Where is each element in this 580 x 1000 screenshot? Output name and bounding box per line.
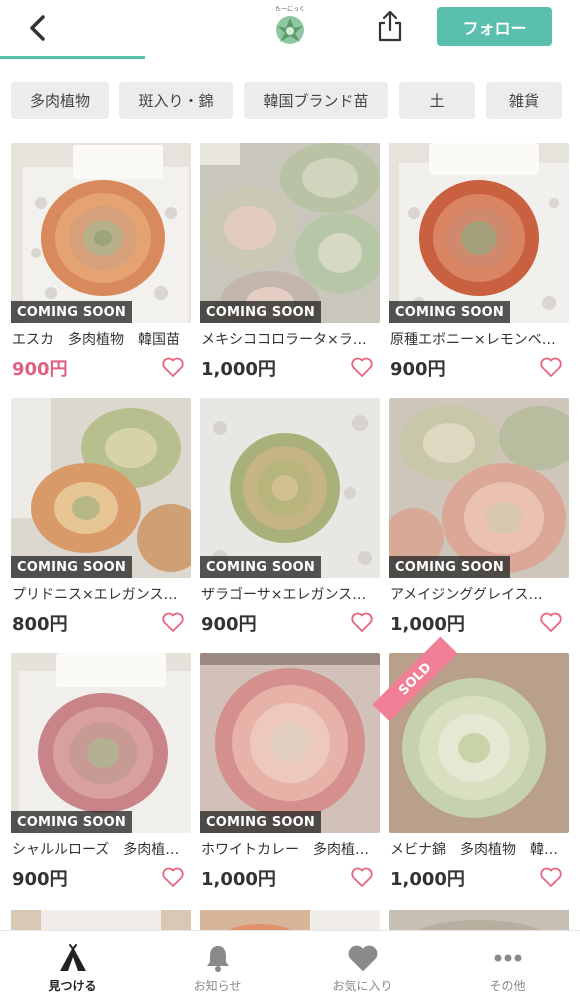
product-price: 900円 <box>12 359 68 380</box>
tab-discover[interactable]: 見つける <box>0 931 145 1000</box>
tab-label: 見つける <box>48 979 97 993</box>
bottom-tab-bar: 見つける お知らせ お気に入り その他 <box>0 930 580 1000</box>
tab-more[interactable]: その他 <box>435 931 580 1000</box>
product-price: 900円 <box>390 359 446 380</box>
product-title: エスカ 多肉植物 韓国苗 <box>12 332 180 348</box>
product-title: 原種エボニー×レモンベ… <box>390 332 556 348</box>
bell-icon <box>201 943 235 973</box>
product-title: プリドニス×エレガンス… <box>12 587 178 603</box>
favorite-heart-icon[interactable] <box>350 865 374 889</box>
category-chip[interactable]: 雑貨 <box>486 82 562 119</box>
product-title: ザラゴーサ×エレガンス… <box>201 587 367 603</box>
coming-soon-badge: COMING SOON <box>200 556 321 578</box>
product-title: メビナ錦 多肉植物 韓… <box>390 842 558 858</box>
category-chip[interactable]: 斑入り・錦 <box>119 82 233 119</box>
heart-icon <box>346 943 380 973</box>
product-card[interactable]: SOLD メビナ錦 多肉植物 韓… 1,000円 <box>372 636 569 898</box>
product-price: 1,000円 <box>390 869 465 890</box>
product-card[interactable]: COMING SOON ホワイトカレー 多肉植… 1,000円 <box>200 653 380 898</box>
more-icon <box>491 943 525 973</box>
category-chip[interactable]: 土 <box>399 82 475 119</box>
coming-soon-badge: COMING SOON <box>11 301 132 323</box>
category-chips: 多肉植物 斑入り・錦 韓国ブランド苗 土 雑貨 <box>0 82 580 120</box>
favorite-heart-icon[interactable] <box>539 355 563 379</box>
product-image <box>200 653 380 833</box>
logo-caption: たーにっく <box>274 6 305 13</box>
favorite-heart-icon[interactable] <box>350 355 374 379</box>
product-image <box>200 143 380 323</box>
tab-label: その他 <box>489 979 526 993</box>
category-chip[interactable]: 韓国ブランド苗 <box>244 82 388 119</box>
tent-icon <box>56 943 90 973</box>
product-card[interactable]: COMING SOON エスカ 多肉植物 韓国苗 900円 <box>11 143 191 388</box>
app-header: たーにっく フォロー <box>0 0 580 62</box>
coming-soon-badge: COMING SOON <box>389 556 510 578</box>
favorite-heart-icon[interactable] <box>161 865 185 889</box>
product-image <box>11 143 191 323</box>
back-button[interactable] <box>18 8 58 48</box>
product-image <box>389 398 569 578</box>
product-price: 1,000円 <box>201 359 276 380</box>
product-title: アメイジンググレイス… <box>390 587 543 603</box>
coming-soon-badge: COMING SOON <box>389 301 510 323</box>
share-icon <box>378 10 402 42</box>
product-card[interactable]: COMING SOON プリドニス×エレガンス… 800円 <box>11 398 191 643</box>
chevron-left-icon <box>30 15 45 41</box>
tab-favorites[interactable]: お気に入り <box>290 931 435 1000</box>
product-card[interactable]: COMING SOON メキシココロラータ×ラ… 1,000円 <box>200 143 380 388</box>
product-price: 900円 <box>201 614 257 635</box>
product-image <box>11 653 191 833</box>
succulent-logo-icon <box>276 16 304 44</box>
product-price: 1,000円 <box>390 614 465 635</box>
product-image <box>389 143 569 323</box>
tab-notifications[interactable]: お知らせ <box>145 931 290 1000</box>
product-image <box>200 398 380 578</box>
shop-logo[interactable]: たーにっく <box>270 6 310 46</box>
product-title: メキシココロラータ×ラ… <box>201 332 367 348</box>
favorite-heart-icon[interactable] <box>161 355 185 379</box>
product-image <box>11 398 191 578</box>
share-button[interactable] <box>372 6 408 46</box>
product-card[interactable]: COMING SOON 原種エボニー×レモンベ… 900円 <box>389 143 569 388</box>
category-chip[interactable]: 多肉植物 <box>11 82 109 119</box>
favorite-heart-icon[interactable] <box>350 610 374 634</box>
product-card[interactable]: COMING SOON アメイジンググレイス… 1,000円 <box>389 398 569 643</box>
favorite-heart-icon[interactable] <box>539 865 563 889</box>
product-card[interactable]: COMING SOON シャルルローズ 多肉植… 900円 <box>11 653 191 898</box>
product-price: 800円 <box>12 614 68 635</box>
product-title: ホワイトカレー 多肉植… <box>201 842 369 858</box>
coming-soon-badge: COMING SOON <box>11 811 132 833</box>
coming-soon-badge: COMING SOON <box>11 556 132 578</box>
favorite-heart-icon[interactable] <box>161 610 185 634</box>
favorite-heart-icon[interactable] <box>539 610 563 634</box>
header-underline <box>0 56 145 59</box>
coming-soon-badge: COMING SOON <box>200 301 321 323</box>
tab-label: お気に入り <box>332 979 393 993</box>
product-title: シャルルローズ 多肉植… <box>12 842 180 858</box>
product-price: 900円 <box>12 869 68 890</box>
product-card[interactable]: COMING SOON ザラゴーサ×エレガンス… 900円 <box>200 398 380 643</box>
coming-soon-badge: COMING SOON <box>200 811 321 833</box>
product-price: 1,000円 <box>201 869 276 890</box>
tab-label: お知らせ <box>193 979 242 993</box>
follow-button[interactable]: フォロー <box>437 7 552 46</box>
